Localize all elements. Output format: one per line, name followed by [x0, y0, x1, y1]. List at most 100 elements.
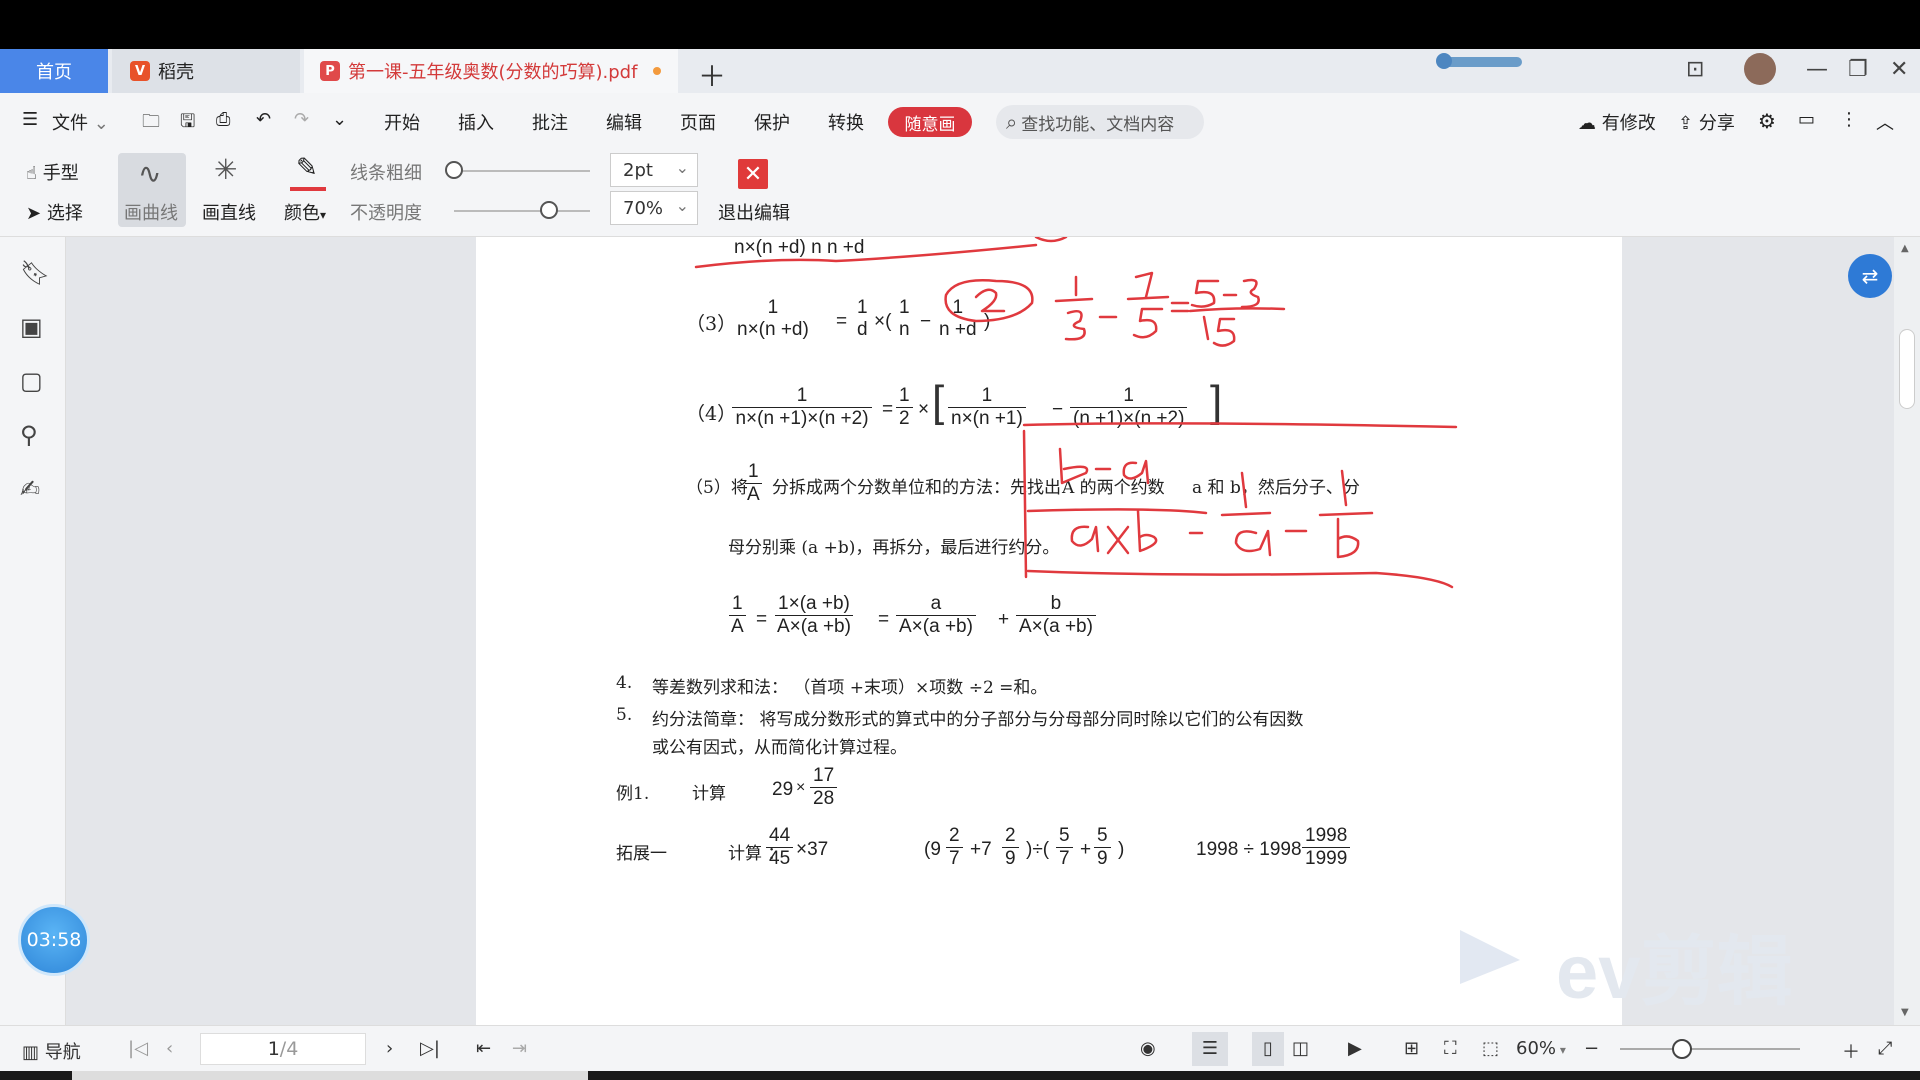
- frac-den: A×(a +b): [777, 616, 851, 637]
- ink-frac-bar: [1318, 511, 1374, 517]
- close-icon[interactable]: ✕: [1890, 57, 1908, 82]
- next-page-icon[interactable]: ›: [386, 1038, 393, 1059]
- fullscreen-icon[interactable]: ⤢: [1878, 1038, 1892, 1059]
- floating-translate-icon[interactable]: ⇄: [1848, 254, 1892, 298]
- actual-size-icon[interactable]: ⊞: [1404, 1038, 1419, 1059]
- back-icon[interactable]: ⇤: [476, 1038, 491, 1059]
- menu-protect[interactable]: 保护: [754, 109, 790, 135]
- last-page-icon[interactable]: ▷|: [420, 1038, 440, 1059]
- bookmark-icon[interactable]: 🔖︎: [20, 259, 50, 287]
- frac-den: n +d: [939, 319, 977, 340]
- image-icon[interactable]: ▣: [20, 313, 43, 341]
- thickness-select[interactable]: 2pt ⌄: [610, 153, 698, 187]
- comment-icon[interactable]: ▭: [1798, 109, 1815, 130]
- fit-page-icon[interactable]: ⛶: [1444, 1038, 1457, 1059]
- signature-icon[interactable]: ✍: [20, 475, 40, 503]
- menu-convert[interactable]: 转换: [828, 109, 864, 135]
- chevron-down-icon: ▾: [1556, 1043, 1566, 1057]
- current-page: 1: [267, 1038, 280, 1060]
- forward-icon[interactable]: ⇥: [512, 1038, 527, 1059]
- select-tool[interactable]: ➤ 选择: [26, 199, 83, 225]
- page-number-input[interactable]: 1/4: [200, 1033, 366, 1065]
- first-page-icon[interactable]: |◁: [128, 1038, 148, 1059]
- frac-den: 2: [899, 408, 910, 429]
- tab-home[interactable]: 首页: [0, 49, 108, 93]
- print-icon[interactable]: ⎙: [216, 109, 230, 130]
- frac-num: 5: [1094, 825, 1111, 848]
- more-down-icon[interactable]: ⌄: [332, 109, 347, 130]
- single-page-icon[interactable]: ▯: [1252, 1032, 1284, 1066]
- brush-size-slider[interactable]: [1436, 53, 1522, 69]
- menu-edit[interactable]: 编辑: [606, 109, 642, 135]
- new-tab-button[interactable]: ＋: [698, 55, 726, 95]
- hand-tool[interactable]: ☝ 手型: [26, 159, 79, 185]
- opacity-slider-knob[interactable]: [540, 201, 559, 219]
- layout-icon[interactable]: ⊡: [1686, 57, 1704, 82]
- minimize-icon[interactable]: —: [1806, 57, 1828, 82]
- thickness-slider-knob[interactable]: [445, 161, 463, 179]
- scrollbar-thumb[interactable]: [1899, 329, 1915, 409]
- prev-page-icon[interactable]: ‹: [166, 1038, 173, 1059]
- menu-insert[interactable]: 插入: [458, 109, 494, 135]
- menu-annotate[interactable]: 批注: [532, 109, 568, 135]
- zoom-slider-knob[interactable]: [1672, 1039, 1692, 1059]
- tab-daoke[interactable]: V 稻壳: [112, 49, 300, 93]
- thickness-slider[interactable]: [454, 170, 590, 172]
- undo-icon[interactable]: ↶: [256, 109, 271, 130]
- zoom-slider[interactable]: [1620, 1048, 1800, 1050]
- hamburger-icon[interactable]: ☰: [22, 109, 38, 130]
- open-folder-icon[interactable]: 🗀: [142, 109, 160, 139]
- avatar[interactable]: [1744, 53, 1776, 85]
- share-button[interactable]: ⇪ 分享: [1678, 109, 1735, 135]
- restore-icon[interactable]: ❐: [1848, 57, 1868, 82]
- redo-icon[interactable]: ↷: [294, 109, 309, 130]
- comment-icon[interactable]: ▢: [20, 367, 43, 395]
- scroll-up-icon[interactable]: ▲: [1901, 243, 1909, 254]
- frac-den: 28: [813, 788, 835, 809]
- ink-letter-b: [1136, 509, 1158, 553]
- file-menu[interactable]: 文件 ⌄: [52, 109, 109, 135]
- menu-freehand[interactable]: 随意画: [888, 107, 972, 137]
- tab-pdf-document[interactable]: P 第一课-五年级奥数(分数的巧算).pdf: [304, 49, 678, 93]
- fit-width-icon[interactable]: ⬚: [1482, 1038, 1499, 1059]
- opacity-select[interactable]: 70% ⌄: [610, 191, 698, 225]
- scroll-down-icon[interactable]: ▼: [1901, 1007, 1909, 1018]
- save-icon[interactable]: 🖫: [180, 109, 195, 139]
- more-vertical-icon[interactable]: ⋮: [1840, 109, 1858, 130]
- color-swatch: [290, 187, 326, 191]
- ext-expr-2-close: ): [1118, 839, 1125, 860]
- line-tool-icon[interactable]: ✳: [214, 153, 237, 186]
- color-label: 颜色: [284, 203, 320, 224]
- opacity-slider[interactable]: [454, 210, 590, 212]
- collapse-up-icon[interactable]: ︿: [1876, 109, 1894, 135]
- menu-page[interactable]: 页面: [680, 109, 716, 135]
- zoom-dropdown[interactable]: 60% ▾: [1516, 1038, 1566, 1059]
- exit-edit-icon[interactable]: ✕: [738, 159, 768, 189]
- modified-button[interactable]: ☁ 有修改: [1578, 109, 1656, 135]
- line-tool-label[interactable]: 画直线: [202, 199, 256, 225]
- eye-protect-icon[interactable]: ◉: [1140, 1038, 1156, 1059]
- ink-equals: [1170, 301, 1190, 313]
- continuous-page-icon[interactable]: ☰: [1192, 1032, 1228, 1066]
- chevron-down-icon: ⌄: [675, 158, 689, 177]
- curve-icon: ∿: [138, 157, 162, 190]
- settings-gear-icon[interactable]: ⚙: [1758, 109, 1776, 133]
- play-icon[interactable]: ▶: [1348, 1038, 1362, 1059]
- frac-3d: 1n +d: [936, 297, 980, 341]
- list-num-5: 5.: [616, 705, 633, 725]
- hand-label: 手型: [42, 163, 79, 184]
- color-dropdown[interactable]: 颜色▾: [284, 199, 326, 225]
- menu-start[interactable]: 开始: [384, 109, 420, 135]
- two-page-icon[interactable]: ◫: [1292, 1038, 1309, 1059]
- navigation-toggle[interactable]: ▥ 导航: [22, 1038, 81, 1064]
- minus-sign: −: [920, 311, 932, 332]
- frac-3a: 1 n×(n +d): [734, 297, 812, 341]
- zoom-in-icon[interactable]: ＋: [1842, 1038, 1860, 1064]
- curve-tool-button[interactable]: ∿ 画曲线: [118, 153, 186, 227]
- vertical-scrollbar[interactable]: ▲ ▼: [1894, 237, 1920, 1025]
- zoom-out-icon[interactable]: −: [1584, 1038, 1599, 1059]
- search-box[interactable]: ⌕ 查找功能、文档内容: [996, 105, 1204, 139]
- exit-edit-button[interactable]: 退出编辑: [718, 199, 790, 225]
- pen-color-icon[interactable]: ✎: [296, 153, 318, 183]
- attachment-icon[interactable]: ⚲: [20, 421, 38, 449]
